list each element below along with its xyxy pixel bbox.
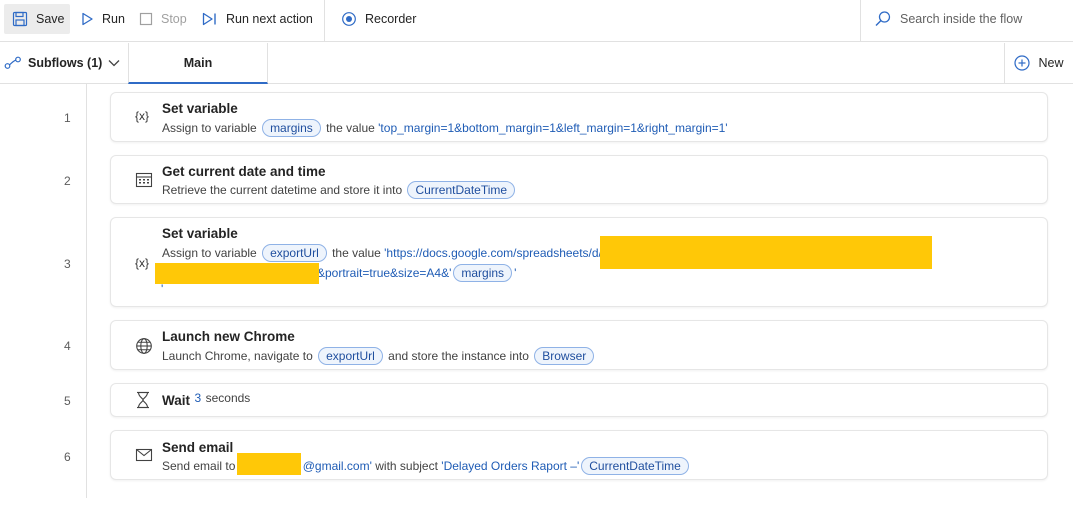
desc-text: the value [326, 121, 375, 135]
desc-text: with subject [375, 459, 438, 473]
desc-text: Assign to variable [162, 246, 257, 260]
step-number: 1 [64, 111, 71, 125]
variable-pill[interactable]: exportUrl [318, 347, 383, 365]
search-input[interactable]: Search inside the flow [874, 4, 1022, 34]
play-icon [82, 12, 93, 26]
action-title: Get current date and time [162, 164, 326, 179]
globe-icon [136, 338, 152, 354]
search-placeholder: Search inside the flow [900, 12, 1023, 26]
variable-pill[interactable]: margins [453, 264, 513, 282]
desc-text: Send email to [162, 459, 236, 473]
string-value: @gmail.com' [302, 459, 372, 473]
variable-icon: {x} [135, 109, 150, 123]
run-next-action-button[interactable]: Run next action [202, 4, 313, 34]
action-card-launch-chrome[interactable]: Launch new Chrome Launch Chrome, navigat… [110, 320, 1048, 370]
action-description-line2: &portrait=true&size=A4&' margins ' [317, 264, 516, 282]
run-button[interactable]: Run [80, 4, 125, 34]
toolbar-divider [324, 0, 325, 42]
desc-text: and store the instance into [388, 349, 529, 363]
action-title: Set variable [162, 226, 238, 241]
string-value: 'Delayed Orders Raport –' [441, 459, 580, 473]
save-label: Save [36, 12, 65, 26]
variable-pill[interactable]: exportUrl [262, 244, 327, 262]
action-description: Assign to variable margins the value 'to… [162, 119, 728, 137]
action-card-get-datetime[interactable]: Get current date and time Retrieve the c… [110, 155, 1048, 204]
search-icon [875, 11, 891, 26]
recorder-label: Recorder [365, 12, 417, 26]
variable-pill[interactable]: Browser [534, 347, 595, 365]
step-forward-icon [202, 12, 216, 26]
string-value: 'https://docs.google.com/spreadsheets/d/ [384, 246, 602, 260]
action-title: Send email [162, 440, 234, 455]
variable-pill[interactable]: margins [262, 119, 321, 137]
redaction-box [155, 263, 319, 284]
stop-button[interactable]: Stop [139, 4, 187, 34]
step-number: 5 [64, 394, 71, 408]
action-description-line3: ' [161, 282, 163, 296]
toolbar-divider [860, 0, 861, 42]
desc-text: Assign to variable [162, 121, 257, 135]
hourglass-icon [137, 391, 149, 409]
wait-summary: Wait 3 seconds [162, 391, 251, 410]
action-card-wait[interactable]: Wait 3 seconds [110, 383, 1048, 417]
gutter-divider [86, 84, 87, 498]
subflows-icon [4, 56, 21, 69]
subflows-dropdown[interactable]: Subflows (1) [4, 43, 126, 83]
run-next-action-label: Run next action [226, 12, 313, 26]
tab-bar: Subflows (1) Main New [0, 43, 1073, 84]
redaction-box [237, 453, 301, 475]
desc-text: the value [332, 246, 381, 260]
action-description: Assign to variable exportUrl the value '… [162, 244, 602, 262]
add-icon [1014, 55, 1031, 71]
variable-icon: {x} [135, 256, 150, 270]
new-label: New [1038, 56, 1064, 70]
calendar-icon [135, 172, 153, 188]
subflows-label: Subflows (1) [28, 56, 103, 70]
run-label: Run [102, 12, 125, 26]
desc-text: Retrieve the current datetime and store … [162, 183, 403, 197]
variable-pill[interactable]: CurrentDateTime [407, 181, 516, 199]
action-description: Launch Chrome, navigate to exportUrl and… [162, 347, 596, 365]
stop-icon [139, 12, 153, 26]
record-icon [342, 12, 356, 26]
action-title: Set variable [162, 101, 238, 116]
toolbar: Save Run Stop Run next action Recorder S… [0, 0, 1073, 42]
chevron-down-icon [108, 60, 120, 67]
action-card-set-variable[interactable]: {x} Set variable Assign to variable marg… [110, 92, 1048, 142]
variable-pill[interactable]: CurrentDateTime [581, 457, 689, 475]
wait-value: 3 [194, 391, 202, 405]
action-title: Wait [162, 393, 190, 408]
string-value: &portrait=true&size=A4&' [317, 266, 452, 280]
tab-main-label: Main [183, 55, 213, 70]
step-number: 2 [64, 174, 71, 188]
action-description: Retrieve the current datetime and store … [162, 181, 517, 199]
stop-label: Stop [161, 12, 187, 26]
recorder-button[interactable]: Recorder [341, 4, 416, 34]
redaction-box [600, 236, 932, 269]
desc-text: seconds [205, 391, 251, 405]
step-number: 6 [64, 450, 71, 464]
step-number: 4 [64, 339, 71, 353]
string-value: ' [514, 266, 517, 280]
tab-main[interactable]: Main [128, 43, 268, 84]
envelope-icon [135, 448, 153, 462]
save-icon [12, 11, 28, 27]
new-subflow-button[interactable]: New [1004, 43, 1073, 83]
desc-text: Launch Chrome, navigate to [162, 349, 313, 363]
action-title: Launch new Chrome [162, 329, 295, 344]
string-value: ' [161, 282, 164, 296]
save-button[interactable]: Save [4, 4, 70, 34]
string-value: 'top_margin=1&bottom_margin=1&left_margi… [378, 121, 728, 135]
step-number: 3 [64, 257, 71, 271]
